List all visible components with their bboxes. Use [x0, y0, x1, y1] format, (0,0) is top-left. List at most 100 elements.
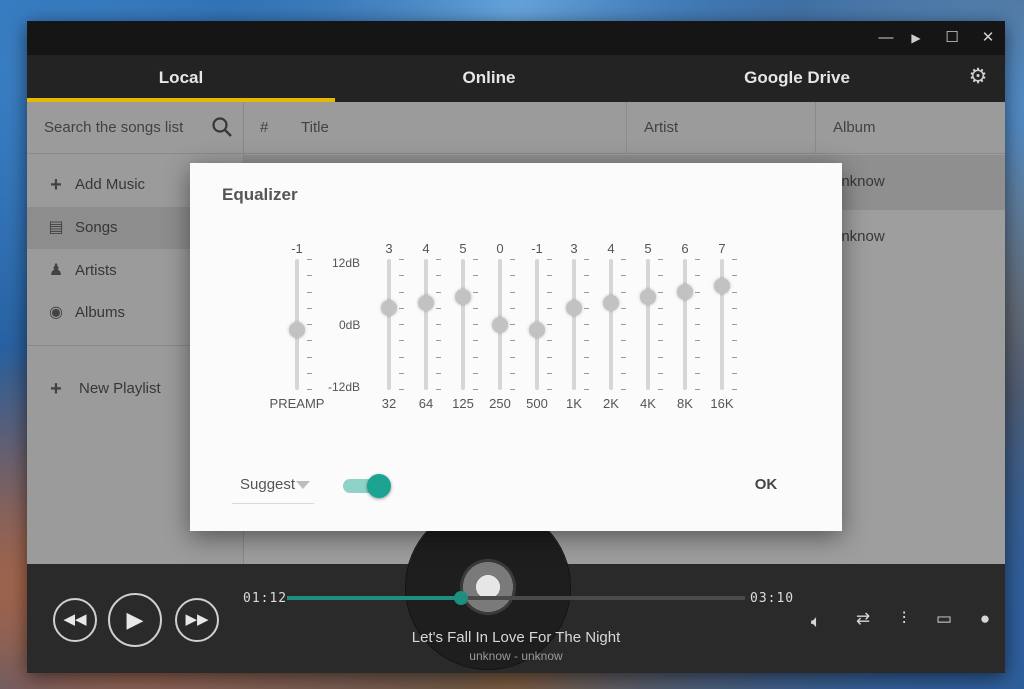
close-icon[interactable]: ✕ [977, 27, 999, 49]
tick-mark [621, 308, 626, 309]
tick-mark [732, 357, 737, 358]
band-slider-thumb[interactable] [381, 300, 397, 317]
band-slider-thumb[interactable] [289, 321, 305, 338]
tick-mark [547, 259, 552, 260]
tick-mark [510, 292, 515, 293]
tick-mark [473, 357, 478, 358]
band-slider-thumb[interactable] [566, 300, 582, 317]
tick-mark [658, 357, 663, 358]
band-ticks [399, 259, 404, 390]
tick-mark [510, 340, 515, 341]
band-slider-thumb[interactable] [603, 294, 619, 311]
tick-mark [473, 275, 478, 276]
tick-mark [510, 275, 515, 276]
equalizer-icon[interactable]: ⫶ [894, 609, 914, 629]
ok-button[interactable]: OK [746, 473, 786, 499]
eq-band-500: -1 500 [517, 163, 557, 413]
seek-bar[interactable] [287, 591, 745, 605]
tick-mark [547, 357, 552, 358]
tick-mark [436, 259, 441, 260]
mini-player-icon[interactable]: ▶ [905, 27, 927, 49]
tick-mark [547, 373, 552, 374]
tick-mark [584, 340, 589, 341]
equalizer-toggle[interactable] [343, 474, 391, 498]
tab-local[interactable]: Local [27, 55, 335, 102]
tab-google-drive[interactable]: Google Drive [643, 55, 951, 102]
band-slider-track[interactable] [424, 259, 428, 390]
volume-icon[interactable]: 🔈︎ [806, 612, 826, 632]
eq-band-125: 5 125 [443, 163, 483, 413]
gear-icon[interactable]: ⚙ [967, 66, 989, 88]
band-slider-thumb[interactable] [455, 289, 471, 306]
band-ticks [436, 259, 441, 390]
tick-mark [307, 275, 312, 276]
band-slider-track[interactable] [646, 259, 650, 390]
band-slider-track[interactable] [572, 259, 576, 390]
tick-mark [473, 324, 478, 325]
tick-mark [473, 292, 478, 293]
band-slider-thumb[interactable] [418, 294, 434, 311]
band-value: 5 [459, 241, 467, 256]
repeat-icon[interactable]: ⇄ [853, 609, 873, 629]
tick-mark [732, 292, 737, 293]
tick-mark [584, 324, 589, 325]
band-value: -1 [291, 241, 303, 256]
tick-mark [399, 259, 404, 260]
band-ticks [473, 259, 478, 390]
song-artist-album: unknow - unknow [469, 649, 563, 663]
band-slider-thumb[interactable] [640, 289, 656, 306]
play-button[interactable]: ▶ [108, 593, 162, 647]
tick-mark [658, 340, 663, 341]
band-value: 4 [422, 241, 430, 256]
tick-mark [732, 324, 737, 325]
tick-mark [547, 340, 552, 341]
band-slider-track[interactable] [683, 259, 687, 390]
eq-band-preamp: -1 PREAMP [270, 163, 325, 413]
band-ticks [732, 259, 737, 390]
band-slider-thumb[interactable] [677, 283, 693, 300]
tick-mark [621, 373, 626, 374]
band-slider-thumb[interactable] [529, 321, 545, 338]
tick-mark [695, 373, 700, 374]
total-time: 03:10 [750, 591, 795, 606]
band-slider-track[interactable] [461, 259, 465, 390]
band-slider-track[interactable] [387, 259, 391, 390]
tick-mark [621, 389, 626, 390]
band-ticks [658, 259, 663, 390]
tick-mark [399, 389, 404, 390]
tick-mark [307, 373, 312, 374]
tick-mark [399, 340, 404, 341]
tick-mark [584, 389, 589, 390]
twitter-icon[interactable]: ● [975, 609, 995, 629]
minimize-icon[interactable]: — [875, 27, 897, 49]
tick-mark [547, 275, 552, 276]
band-ticks [584, 259, 589, 390]
scale-mid-label: 0dB [339, 318, 361, 332]
tick-mark [510, 324, 515, 325]
eq-band-16k: 7 16K [702, 163, 742, 413]
tick-mark [307, 308, 312, 309]
eq-band-250: 0 250 [480, 163, 520, 413]
seek-handle[interactable] [454, 591, 469, 605]
tick-mark [658, 324, 663, 325]
next-button[interactable]: ▶▶ [175, 598, 219, 642]
tick-mark [473, 340, 478, 341]
band-value: 3 [385, 241, 393, 256]
tick-mark [732, 373, 737, 374]
display-icon[interactable]: ▭ [934, 609, 954, 629]
tab-online[interactable]: Online [335, 55, 643, 102]
band-slider-track[interactable] [609, 259, 613, 390]
previous-button[interactable]: ◀◀ [53, 598, 97, 642]
maximize-icon[interactable]: ☐ [941, 27, 963, 49]
equalizer-dialog: Equalizer -1 PREAMP 12dB 0dB -12dB 3 32 4 6… [190, 163, 842, 531]
tick-mark [658, 389, 663, 390]
tick-mark [584, 357, 589, 358]
band-slider-thumb[interactable] [714, 278, 730, 295]
preset-dropdown[interactable]: Suggest [232, 476, 314, 504]
tick-mark [584, 292, 589, 293]
tick-mark [399, 308, 404, 309]
band-slider-thumb[interactable] [492, 316, 508, 333]
tick-mark [473, 389, 478, 390]
tick-mark [473, 259, 478, 260]
tick-mark [621, 275, 626, 276]
